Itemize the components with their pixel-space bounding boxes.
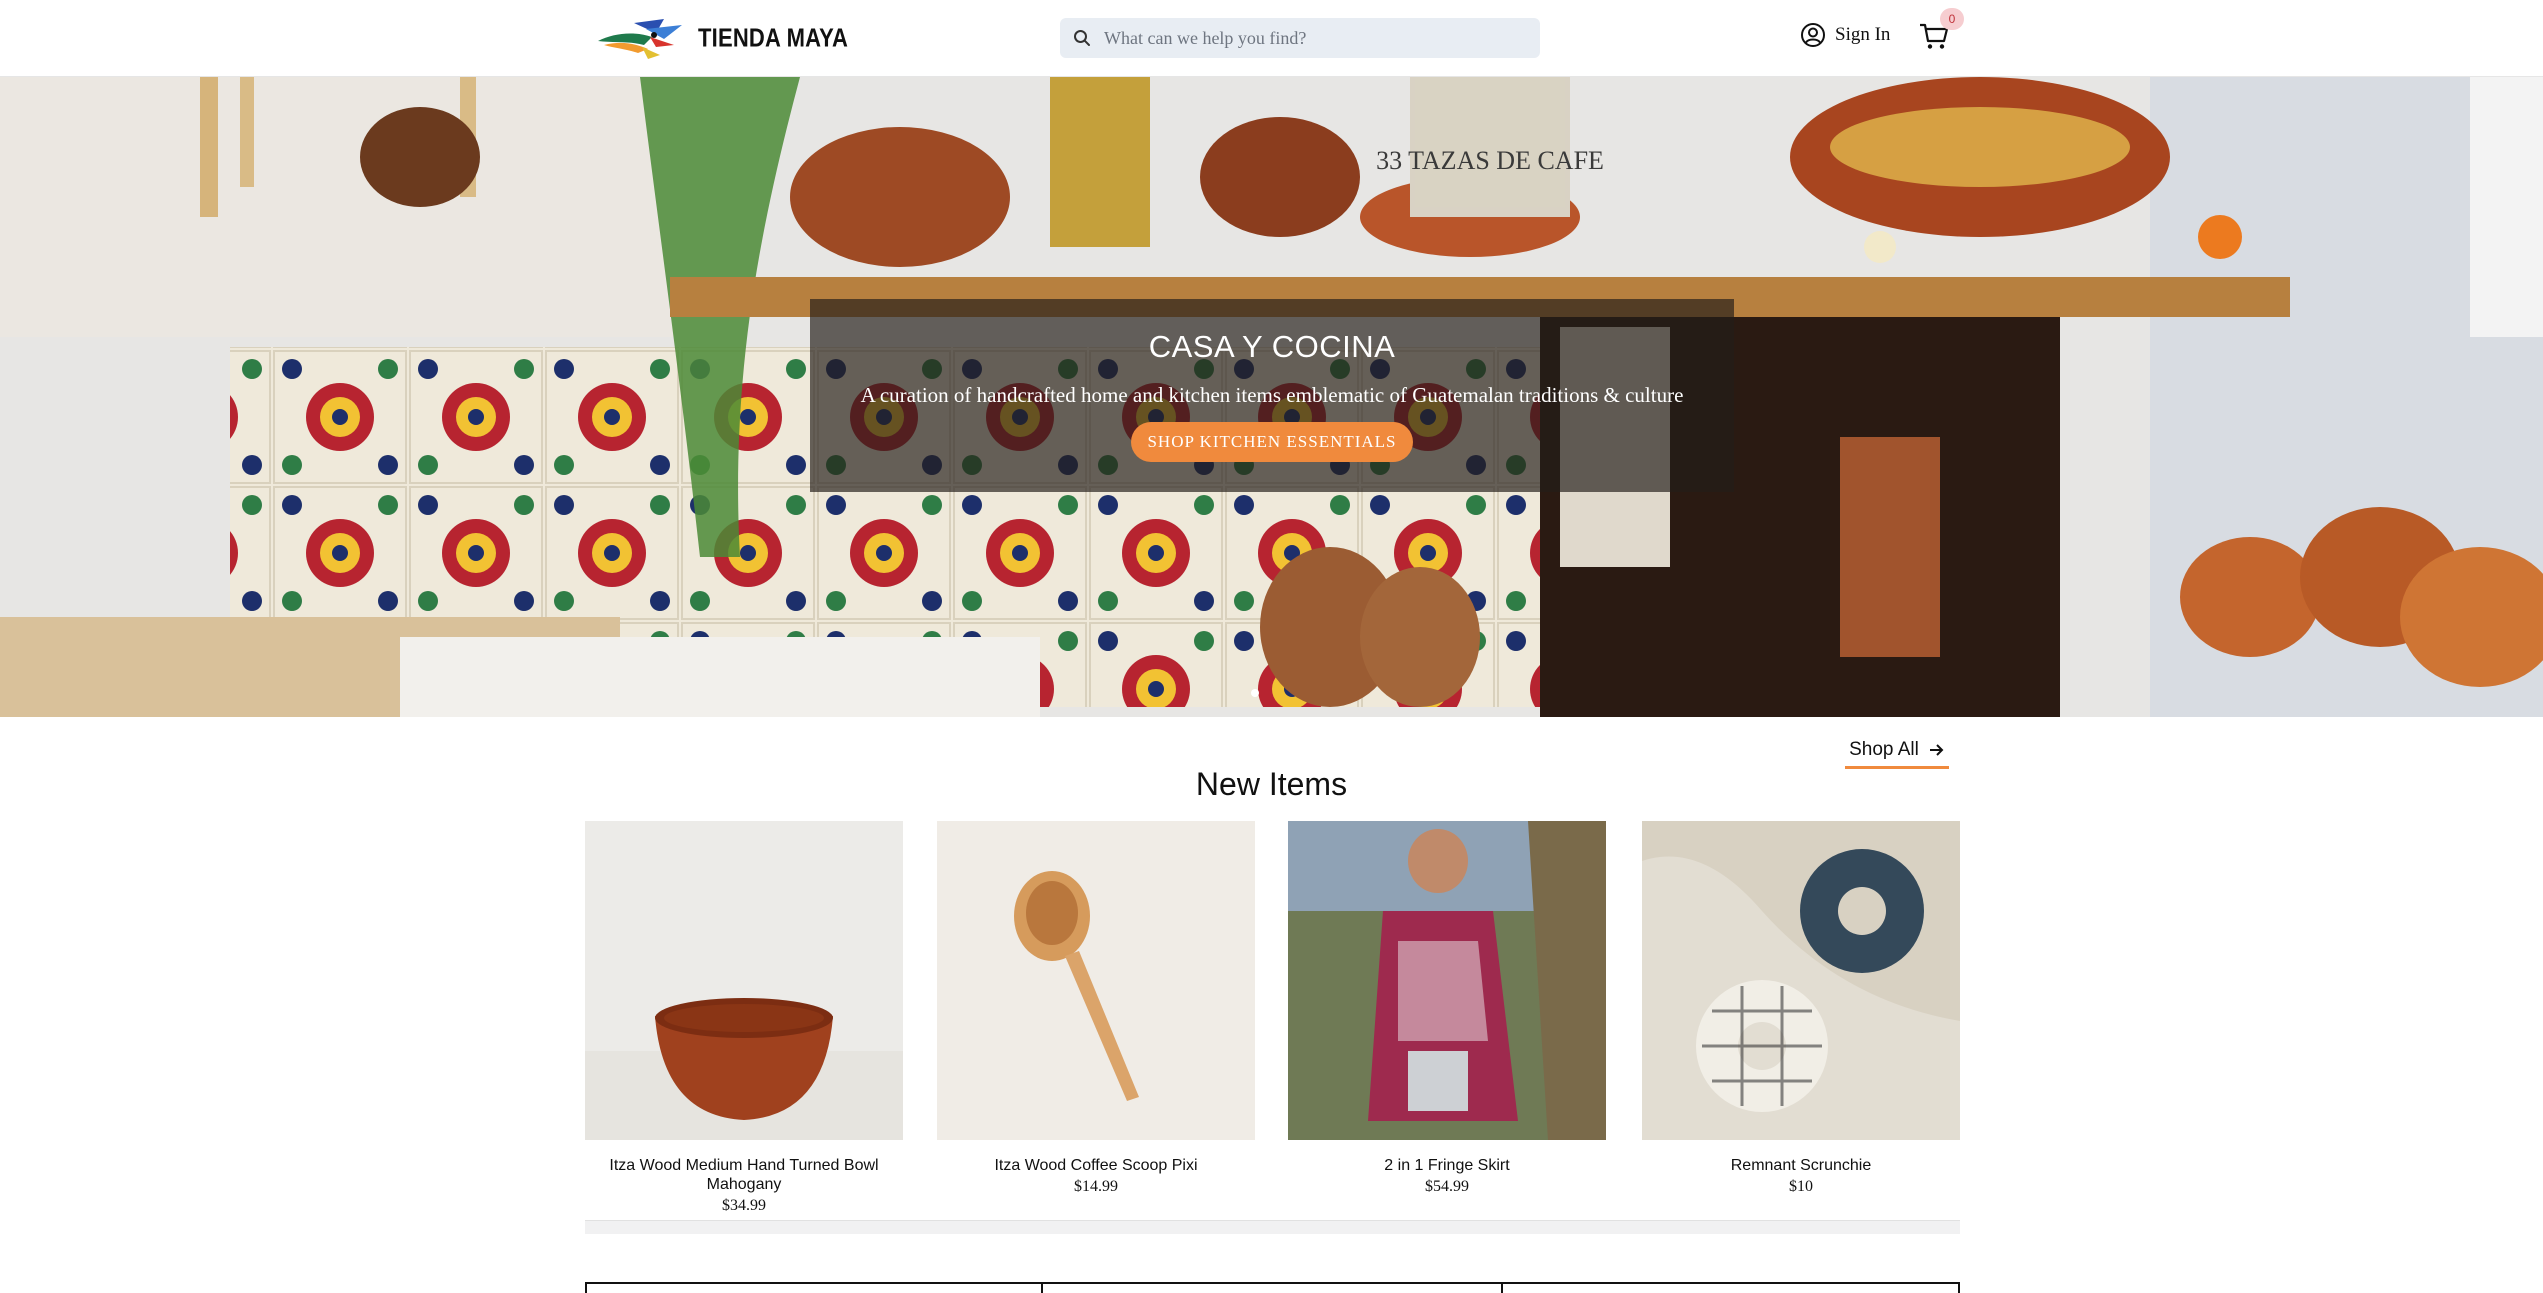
product-price: $14.99: [1074, 1178, 1118, 1195]
product-price: $10: [1789, 1178, 1813, 1195]
product-card[interactable]: Itza Wood Coffee Scoop Pixi $14.99: [937, 821, 1255, 1196]
product-image[interactable]: [937, 821, 1255, 1140]
hero-subtitle: A curation of handcrafted home and kitch…: [860, 383, 1684, 407]
hero-banner: CASA Y COCINA A curation of handcrafted …: [810, 299, 1734, 492]
user-icon: [1801, 23, 1825, 47]
coffee-sign-text: 33 TAZAS DE CAFE: [1376, 146, 1604, 175]
carousel-dot-1[interactable]: [1251, 689, 1259, 697]
search-icon: [1074, 30, 1090, 46]
brand-name: TIENDA MAYA: [698, 22, 849, 53]
product-price: $34.99: [722, 1197, 766, 1214]
arrow-right-icon: [1929, 743, 1944, 756]
product-image[interactable]: [1288, 821, 1606, 1140]
product-image[interactable]: [585, 821, 903, 1140]
shop-kitchen-button[interactable]: SHOP KITCHEN ESSENTIALS: [1131, 422, 1413, 462]
hero-carousel[interactable]: 33 TAZAS DE CAFE CASA Y COCINA A curatio…: [0, 77, 2543, 717]
category-boxes: [585, 1282, 1960, 1293]
category-box-divider: [1958, 1284, 1960, 1293]
quetzal-bird-icon: [598, 19, 682, 59]
section-title: New Items: [1195, 766, 1348, 802]
search-input[interactable]: [1104, 27, 1524, 49]
carousel-dots: [1251, 689, 1259, 697]
product-name[interactable]: Itza Wood Medium Hand Turned Bowl Mahoga…: [585, 1156, 903, 1194]
product-card[interactable]: Remnant Scrunchie $10: [1642, 821, 1960, 1196]
shop-all-link[interactable]: Shop All: [1845, 733, 1949, 769]
fringe-skirt-icon: [1288, 821, 1606, 1140]
product-grid: Itza Wood Medium Hand Turned Bowl Mahoga…: [585, 821, 1960, 1221]
product-price: $54.99: [1425, 1178, 1469, 1195]
sign-in-button[interactable]: Sign In: [1800, 22, 1890, 48]
product-card[interactable]: 2 in 1 Fringe Skirt $54.99: [1288, 821, 1606, 1196]
category-box-divider: [1501, 1284, 1503, 1293]
wood-scoop-icon: [937, 821, 1255, 1140]
category-box-divider: [1041, 1284, 1043, 1293]
hero-title: CASA Y COCINA: [1148, 329, 1396, 364]
scrunchies-icon: [1642, 821, 1960, 1140]
category-box-divider: [585, 1284, 587, 1293]
site-header: TIENDA MAYA Sign In 0: [0, 0, 2543, 77]
product-scrollbar[interactable]: [585, 1220, 1960, 1234]
search-bar[interactable]: [1060, 18, 1540, 58]
cart-count-badge: 0: [1940, 8, 1964, 30]
shop-all-label: Shop All: [1849, 738, 1919, 760]
wood-bowl-icon: [585, 821, 903, 1140]
brand-logo[interactable]: TIENDA MAYA: [594, 14, 848, 62]
product-card[interactable]: Itza Wood Medium Hand Turned Bowl Mahoga…: [585, 821, 903, 1215]
product-name[interactable]: 2 in 1 Fringe Skirt: [1288, 1156, 1606, 1175]
product-name[interactable]: Remnant Scrunchie: [1642, 1156, 1960, 1175]
product-name[interactable]: Itza Wood Coffee Scoop Pixi: [937, 1156, 1255, 1175]
sign-in-label: Sign In: [1835, 24, 1891, 45]
product-image[interactable]: [1642, 821, 1960, 1140]
